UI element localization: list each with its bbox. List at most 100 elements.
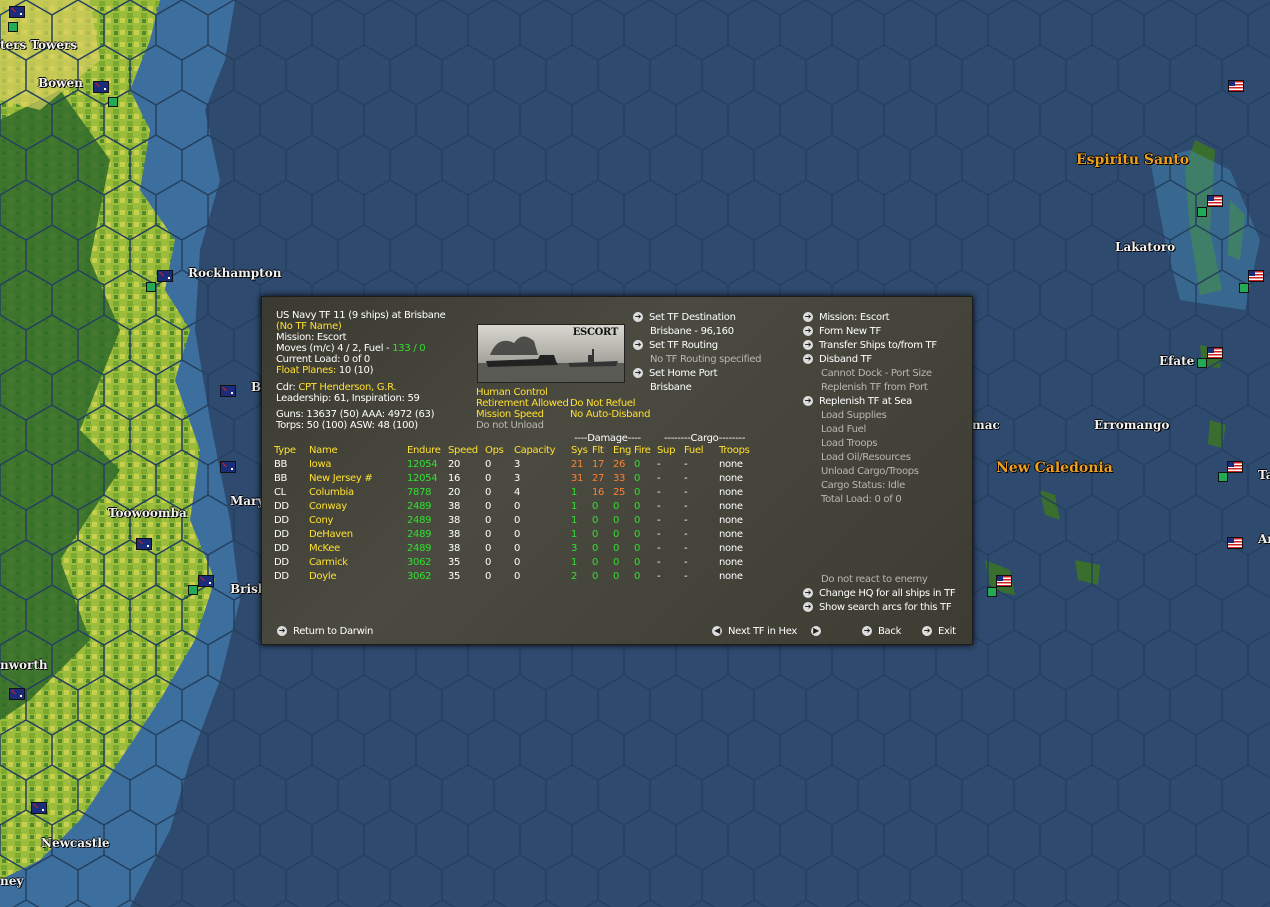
home-port-value: Brisbane xyxy=(650,382,692,393)
col-header[interactable]: Eng xyxy=(613,444,634,458)
back-button[interactable]: ➔ Back xyxy=(862,626,901,638)
ship-cell: 0 xyxy=(485,571,492,582)
tf-name[interactable]: (No TF Name) xyxy=(276,321,342,332)
ship-cell: 27 xyxy=(592,473,605,484)
us-flag-icon[interactable] xyxy=(1207,195,1223,207)
ship-name-cell[interactable]: Doyle xyxy=(309,570,407,584)
ship-row[interactable]: DD DeHaven 2489 38 0 0 1 0 0 0 - - none xyxy=(274,528,769,542)
ship-cell: 0 xyxy=(485,473,492,484)
col-header[interactable]: Endure xyxy=(407,444,448,458)
col-header[interactable]: Capacity xyxy=(514,444,571,458)
change-hq-button[interactable]: ➔ Change HQ for all ships in TF xyxy=(803,588,956,600)
set-home-port-button[interactable]: ➔ Set Home Port xyxy=(633,368,718,380)
col-header[interactable]: Fuel xyxy=(684,444,719,458)
australia-flag-icon[interactable] xyxy=(9,6,25,18)
ship-cell: 0 xyxy=(485,557,492,568)
col-header[interactable]: Fire xyxy=(634,444,657,458)
ship-name-cell[interactable]: Columbia xyxy=(309,486,407,500)
flag-unload[interactable]: Do not Unload xyxy=(476,420,544,431)
us-flag-icon[interactable] xyxy=(1227,537,1243,549)
left-arrow-icon[interactable]: ◀ xyxy=(712,626,722,636)
australia-flag-icon[interactable] xyxy=(220,385,236,397)
col-header[interactable]: Speed xyxy=(448,444,485,458)
ship-cell: - xyxy=(684,501,688,512)
set-destination-button[interactable]: ➔ Set TF Destination xyxy=(633,312,736,324)
ship-row[interactable]: DD Cony 2489 38 0 0 1 0 0 0 - - none xyxy=(274,514,769,528)
australia-flag-icon[interactable] xyxy=(198,575,214,587)
ship-row[interactable]: CL Columbia 7878 20 0 4 1 16 25 0 - - none xyxy=(274,486,769,500)
us-flag-icon[interactable] xyxy=(1228,80,1244,92)
base-icon xyxy=(987,587,997,597)
ship-cell: - xyxy=(657,473,661,484)
ship-cell: 2489 xyxy=(407,501,432,512)
col-header[interactable]: Flt xyxy=(592,444,613,458)
ship-cell: DD xyxy=(274,571,289,582)
flag-retirement[interactable]: Retirement Allowed xyxy=(476,398,569,409)
ship-cell: 1 xyxy=(571,501,578,512)
ship-cell: BB xyxy=(274,473,288,484)
cdr-name[interactable]: CPT Henderson, G.R. xyxy=(298,382,396,393)
disband-tf-button[interactable]: ➔ Disband TF xyxy=(803,354,872,366)
city-label: Newcastle xyxy=(41,836,110,850)
transfer-ships-button[interactable]: ➔ Transfer Ships to/from TF xyxy=(803,340,937,352)
ship-cell: 26 xyxy=(613,459,626,470)
ship-cell: 0 xyxy=(514,529,521,540)
ship-cell: - xyxy=(684,487,688,498)
ship-cell: 25 xyxy=(613,487,626,498)
flag-refuel[interactable]: Do Not Refuel xyxy=(570,398,636,409)
show-search-arcs-button[interactable]: ➔ Show search arcs for this TF xyxy=(803,602,952,614)
flag-human-control[interactable]: Human Control xyxy=(476,387,548,398)
mission-button[interactable]: ➔ Mission: Escort xyxy=(803,312,890,324)
australia-flag-icon[interactable] xyxy=(136,538,152,550)
australia-flag-icon[interactable] xyxy=(220,461,236,473)
col-header[interactable]: Name xyxy=(309,444,407,458)
ship-row[interactable]: DD Doyle 3062 35 0 0 2 0 0 0 - - none xyxy=(274,570,769,584)
flag-auto-disband[interactable]: No Auto-Disband xyxy=(570,409,650,420)
ship-name-cell[interactable]: DeHaven xyxy=(309,528,407,542)
australia-flag-icon[interactable] xyxy=(31,802,47,814)
ship-name-cell[interactable]: Carmick xyxy=(309,556,407,570)
ship-row[interactable]: BB Iowa 12054 20 0 3 21 17 26 0 - - none xyxy=(274,458,769,472)
change-hq-label: Change HQ for all ships in TF xyxy=(819,588,956,599)
ship-name-cell[interactable]: Conway xyxy=(309,500,407,514)
australia-flag-icon[interactable] xyxy=(93,81,109,93)
set-routing-button[interactable]: ➔ Set TF Routing xyxy=(633,340,718,352)
ship-row[interactable]: DD Carmick 3062 35 0 0 1 0 0 0 - - none xyxy=(274,556,769,570)
right-arrow-icon[interactable]: ▶ xyxy=(811,626,822,636)
australia-flag-icon[interactable] xyxy=(9,688,25,700)
ship-name-cell[interactable]: McKee xyxy=(309,542,407,556)
routing-value: No TF Routing specified xyxy=(650,354,762,365)
ship-name-cell[interactable]: New Jersey # xyxy=(309,472,407,486)
ship-name-cell[interactable]: Iowa xyxy=(309,458,407,472)
form-new-tf-button[interactable]: ➔ Form New TF xyxy=(803,326,881,338)
col-header[interactable]: Troops xyxy=(719,444,769,458)
us-flag-icon[interactable] xyxy=(1248,270,1264,282)
col-header[interactable]: Ops xyxy=(485,444,514,458)
ship-row[interactable]: BB New Jersey #12054 16 0 3 31 27 33 0 - - none xyxy=(274,472,769,486)
flag-speed[interactable]: Mission Speed xyxy=(476,409,544,420)
next-tf-button[interactable]: ◀ Next TF in Hex ▶ xyxy=(712,626,827,638)
ship-row[interactable]: DD McKee 2489 38 0 0 3 0 0 0 - - none xyxy=(274,542,769,556)
col-header[interactable]: Sup xyxy=(657,444,684,458)
ship-cell: - xyxy=(657,459,661,470)
australia-flag-icon[interactable] xyxy=(157,270,173,282)
us-flag-icon[interactable] xyxy=(1227,461,1243,473)
us-flag-icon[interactable] xyxy=(996,575,1012,587)
col-header[interactable]: Sys xyxy=(571,444,592,458)
base-icon xyxy=(188,585,198,595)
us-flag-icon[interactable] xyxy=(1207,347,1223,359)
col-header[interactable]: Type xyxy=(274,444,309,458)
tf-float-planes: Float Planes: 10 (10) xyxy=(276,365,374,376)
tf-current-load: Current Load: 0 of 0 xyxy=(276,354,370,365)
ship-cell: - xyxy=(684,473,688,484)
region-label: New Caledonia xyxy=(996,460,1113,476)
replenish-sea-button[interactable]: ➔ Replenish TF at Sea xyxy=(803,396,912,408)
return-button[interactable]: ➔ Return to Darwin xyxy=(277,626,373,638)
ship-cell: none xyxy=(719,529,743,540)
ship-cell: 1 xyxy=(571,557,578,568)
ship-row[interactable]: DD Conway 2489 38 0 0 1 0 0 0 - - none xyxy=(274,500,769,514)
ship-cell: 0 xyxy=(613,571,620,582)
ship-cell: none xyxy=(719,487,743,498)
ship-name-cell[interactable]: Cony xyxy=(309,514,407,528)
exit-button[interactable]: ➔ Exit xyxy=(922,626,956,638)
